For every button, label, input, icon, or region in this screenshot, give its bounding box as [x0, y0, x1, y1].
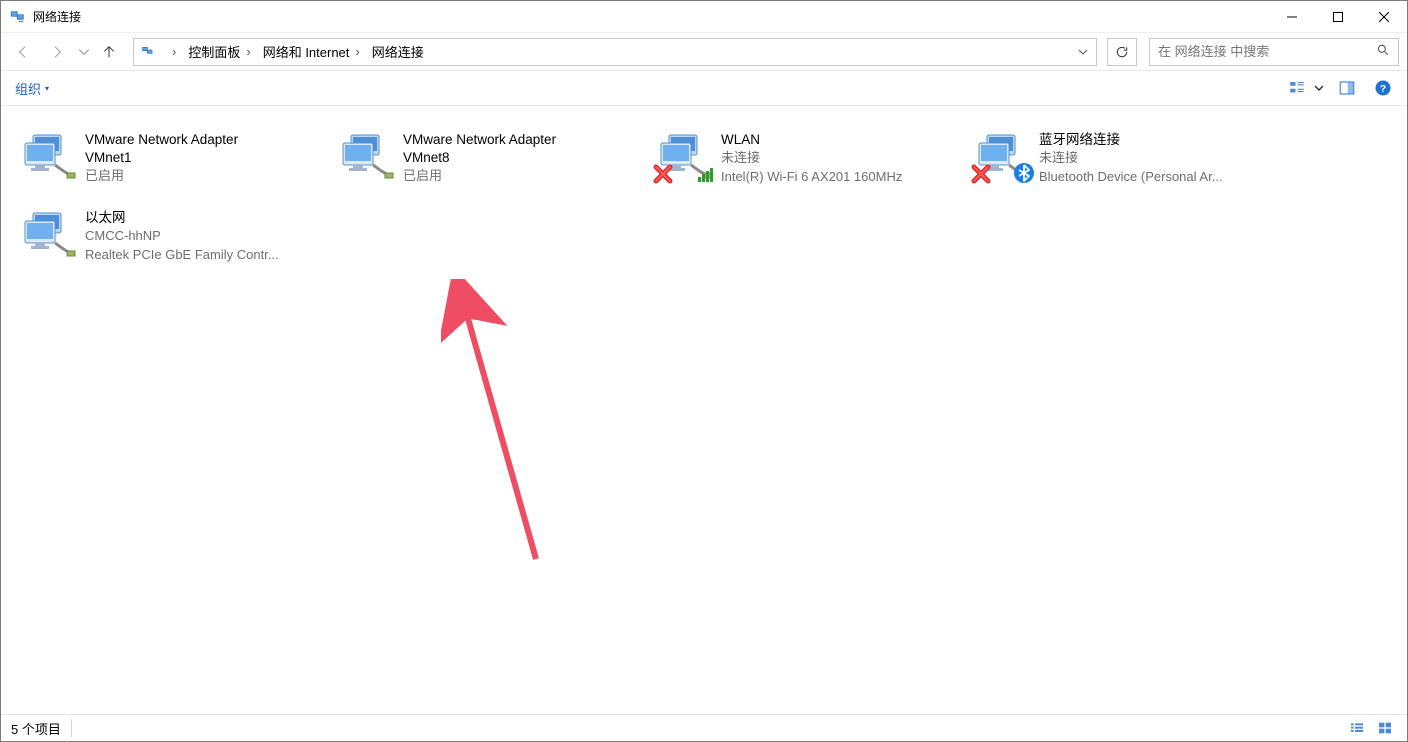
up-button[interactable] [95, 38, 123, 66]
connection-item-ethernet[interactable]: 以太网CMCC-hhNPRealtek PCIe GbE Family Cont… [19, 205, 337, 275]
wifi-bars-icon [697, 164, 717, 187]
chevron-down-icon [77, 44, 91, 60]
large-icons-view-button[interactable] [1373, 718, 1397, 738]
organize-label: 组织 [15, 79, 41, 98]
large-icons-view-icon [1376, 720, 1394, 736]
connection-name: 以太网 [85, 209, 335, 227]
connection-device: Realtek PCIe GbE Family Contr... [85, 246, 335, 265]
red-x-icon [971, 164, 991, 187]
location-icon [138, 42, 158, 62]
connection-labels: VMware Network AdapterVMnet8已启用 [403, 129, 653, 186]
close-button[interactable] [1361, 1, 1407, 33]
connection-device: Bluetooth Device (Personal Ar... [1039, 168, 1289, 187]
connection-status: 已启用 [85, 167, 335, 186]
search-icon [1376, 43, 1392, 60]
network-adapter-icon [657, 129, 713, 185]
connection-item-vmnet8[interactable]: VMware Network AdapterVMnet8已启用 [337, 127, 655, 197]
chevron-right-icon: › [246, 44, 250, 59]
connection-name-line2: VMnet1 [85, 149, 335, 167]
chevron-right-icon: › [172, 44, 176, 59]
connection-item-bluetooth[interactable]: 蓝牙网络连接未连接Bluetooth Device (Personal Ar..… [973, 127, 1291, 197]
connection-name: VMware Network Adapter [85, 131, 335, 149]
maximize-icon [1333, 12, 1343, 22]
minimize-button[interactable] [1269, 1, 1315, 33]
chevron-down-icon [1077, 46, 1089, 58]
connection-status: 未连接 [1039, 149, 1289, 168]
close-icon [1379, 12, 1389, 22]
breadcrumb-label: 网络和 Internet [263, 42, 350, 61]
connections-list: VMware Network AdapterVMnet1已启用 VMware N… [19, 123, 1389, 279]
help-button[interactable]: ? [1369, 74, 1397, 102]
connection-status: CMCC-hhNP [85, 227, 335, 246]
red-x-icon [653, 164, 673, 187]
navigation-row: › 控制面板 › 网络和 Internet › 网络连接 [1, 33, 1407, 71]
organize-button[interactable]: 组织 ▾ [11, 77, 53, 100]
back-button[interactable] [9, 38, 37, 66]
connection-item-wlan[interactable]: WLAN未连接Intel(R) Wi-Fi 6 AX201 160MHz [655, 127, 973, 197]
change-view-button[interactable] [1283, 74, 1311, 102]
search-input[interactable] [1156, 43, 1376, 60]
preview-pane-icon [1338, 79, 1356, 97]
back-icon [15, 44, 31, 60]
connection-labels: WLAN未连接Intel(R) Wi-Fi 6 AX201 160MHz [721, 129, 971, 187]
status-separator [71, 719, 72, 737]
network-adapter-icon [339, 129, 395, 185]
forward-button[interactable] [43, 38, 71, 66]
breadcrumb-label: 网络连接 [372, 42, 424, 61]
forward-icon [49, 44, 65, 60]
status-item-count: 5 个项目 [11, 719, 61, 738]
connection-item-vmnet1[interactable]: VMware Network AdapterVMnet1已启用 [19, 127, 337, 197]
help-icon: ? [1374, 79, 1392, 97]
details-view-button[interactable] [1345, 718, 1369, 738]
chevron-right-icon: › [355, 44, 359, 59]
window-title: 网络连接 [33, 8, 81, 25]
recent-locations-button[interactable] [77, 38, 91, 66]
network-adapter-icon [21, 129, 77, 185]
network-adapter-icon [975, 129, 1031, 185]
annotation-arrow [441, 279, 581, 582]
change-view-dropdown[interactable] [1313, 74, 1325, 102]
window-system-icon [9, 8, 27, 26]
titlebar: 网络连接 [1, 1, 1407, 33]
minimize-icon [1287, 12, 1297, 22]
view-tiles-icon [1288, 79, 1306, 97]
details-view-icon [1348, 720, 1366, 736]
connection-status: 已启用 [403, 167, 653, 186]
bluetooth-icon [1013, 162, 1035, 187]
connection-status: 未连接 [721, 149, 971, 168]
status-bar: 5 个项目 [1, 714, 1407, 741]
search-box[interactable] [1149, 38, 1399, 66]
connection-device: Intel(R) Wi-Fi 6 AX201 160MHz [721, 168, 971, 187]
chevron-down-icon: ▾ [45, 84, 49, 93]
chevron-down-icon [1313, 79, 1325, 97]
connection-name: WLAN [721, 131, 971, 149]
breadcrumb-root[interactable]: › [160, 40, 182, 64]
connection-labels: 以太网CMCC-hhNPRealtek PCIe GbE Family Cont… [85, 207, 335, 265]
refresh-button[interactable] [1107, 38, 1137, 66]
content-area[interactable]: VMware Network AdapterVMnet1已启用 VMware N… [1, 109, 1407, 713]
address-history-dropdown[interactable] [1070, 40, 1094, 64]
command-bar: 组织 ▾ ? [1, 71, 1407, 106]
connection-labels: VMware Network AdapterVMnet1已启用 [85, 129, 335, 186]
maximize-button[interactable] [1315, 1, 1361, 33]
connection-labels: 蓝牙网络连接未连接Bluetooth Device (Personal Ar..… [1039, 129, 1289, 187]
breadcrumb-item[interactable]: 控制面板 › [182, 40, 256, 64]
up-icon [101, 44, 117, 60]
svg-text:?: ? [1380, 83, 1386, 95]
connection-name: 蓝牙网络连接 [1039, 131, 1289, 149]
breadcrumb-item[interactable]: 网络和 Internet › [257, 40, 366, 64]
network-adapter-icon [21, 207, 77, 263]
connection-name: VMware Network Adapter [403, 131, 653, 149]
breadcrumb-item[interactable]: 网络连接 [366, 40, 430, 64]
preview-pane-button[interactable] [1333, 74, 1361, 102]
breadcrumb-label: 控制面板 [188, 42, 240, 61]
refresh-icon [1115, 45, 1129, 59]
address-bar[interactable]: › 控制面板 › 网络和 Internet › 网络连接 [133, 38, 1097, 66]
connection-name-line2: VMnet8 [403, 149, 653, 167]
